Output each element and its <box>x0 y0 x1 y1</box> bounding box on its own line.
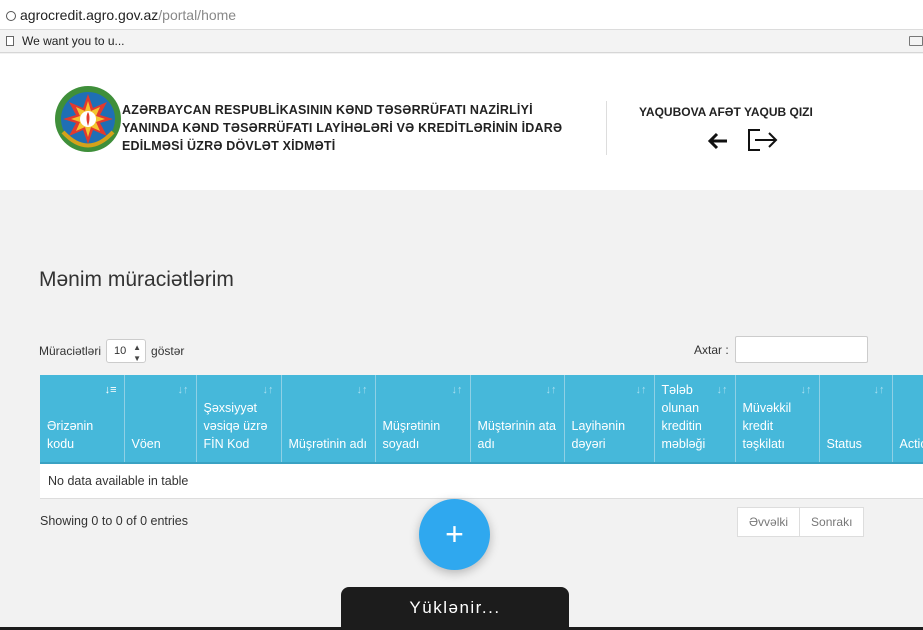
search-control: Axtar : <box>694 336 868 363</box>
site-info-icon[interactable] <box>6 11 16 21</box>
table-header-row: ↓≡ Ərizənin kodu ↓↑ Vöen ↓↑ Şəxsiyyət vəsiq… <box>40 375 923 464</box>
page-icon <box>6 36 14 46</box>
bookmark-item[interactable]: We want you to u... <box>22 34 125 48</box>
loading-toast: Yüklənir... <box>341 587 569 630</box>
header-divider <box>606 101 607 155</box>
user-name: YAQUBOVA AFƏT YAQUB QIZI <box>639 105 813 119</box>
sort-icon: ↓↑ <box>177 384 189 396</box>
column-header[interactable]: ↓↑ Müşrətinin soyadı <box>375 375 471 464</box>
page-length-control: Müraciətləri 10 ▲ ▼ göstər <box>39 339 184 363</box>
sort-icon: ↓↑ <box>873 384 885 396</box>
column-header[interactable]: ↓↑ Status <box>819 375 893 464</box>
coat-of-arms-icon <box>55 86 121 152</box>
search-label: Axtar : <box>694 342 729 357</box>
sort-icon: ↓↑ <box>635 384 647 396</box>
arrow-left-icon[interactable] <box>706 129 730 153</box>
next-page-button[interactable]: Sonrakı <box>800 507 865 537</box>
search-input[interactable] <box>734 336 868 363</box>
url-path: /portal/home <box>158 7 237 23</box>
column-header[interactable]: ↓↑ Müşrətinin adı <box>281 375 376 464</box>
folder-icon[interactable] <box>909 36 923 46</box>
column-header[interactable]: ↓↑ Tələb olunan kreditin məbləği <box>654 375 736 464</box>
column-header[interactable]: ↓↑ Şəxsiyyət vəsiqə üzrə FİN Kod <box>196 375 282 464</box>
pagination: Əvvəlki Sonrakı <box>737 507 865 537</box>
sort-icon: ↓↑ <box>545 384 557 396</box>
address-bar[interactable]: agrocredit.agro.gov.az/portal/home <box>0 0 923 30</box>
length-prefix-label: Müraciətləri <box>39 344 102 358</box>
length-suffix-label: göstər <box>151 344 185 358</box>
chevron-updown-icon: ▲ ▼ <box>133 343 142 363</box>
column-header[interactable]: ↓↑ Müştərinin ata adı <box>470 375 565 464</box>
empty-table-message: No data available in table <box>40 463 923 499</box>
applications-table: ↓≡ Ərizənin kodu ↓↑ Vöen ↓↑ Şəxsiyyət vəsiq… <box>40 375 923 499</box>
add-application-button[interactable]: + <box>419 499 490 570</box>
table-row: No data available in table <box>40 463 923 499</box>
sort-icon: ↓↑ <box>451 384 463 396</box>
table-info: Showing 0 to 0 of 0 entries <box>40 514 189 528</box>
page-length-select[interactable]: 10 ▲ ▼ <box>106 339 147 363</box>
page-length-value: 10 <box>114 345 127 357</box>
sort-icon: ↓↑ <box>716 384 728 396</box>
sort-icon: ↓↑ <box>262 384 274 396</box>
column-header[interactable]: ↓≡ Ərizənin kodu <box>40 375 125 464</box>
bookmarks-bar: We want you to u... <box>0 30 923 53</box>
sort-icon: ↓↑ <box>356 384 368 396</box>
page-title: Mənim müraciətlərim <box>39 268 234 291</box>
previous-page-button[interactable]: Əvvəlki <box>737 507 801 537</box>
column-header[interactable]: Action <box>892 375 923 464</box>
column-header[interactable]: ↓↑ Müvəkkil kredit təşkilatı <box>735 375 820 464</box>
organization-name: AZƏRBAYCAN RESPUBLİKASININ KƏND TƏSƏRRÜF… <box>122 103 563 153</box>
column-header[interactable]: ↓↑ Vöen <box>124 375 197 464</box>
site-header: AZƏRBAYCAN RESPUBLİKASININ KƏND TƏSƏRRÜF… <box>0 54 923 190</box>
column-header[interactable]: ↓↑ Layihənin dəyəri <box>564 375 655 464</box>
sort-icon: ↓↑ <box>800 384 812 396</box>
url-domain: agrocredit.agro.gov.az <box>20 7 159 23</box>
sort-desc-icon: ↓≡ <box>104 384 117 396</box>
logout-icon[interactable] <box>746 126 780 154</box>
